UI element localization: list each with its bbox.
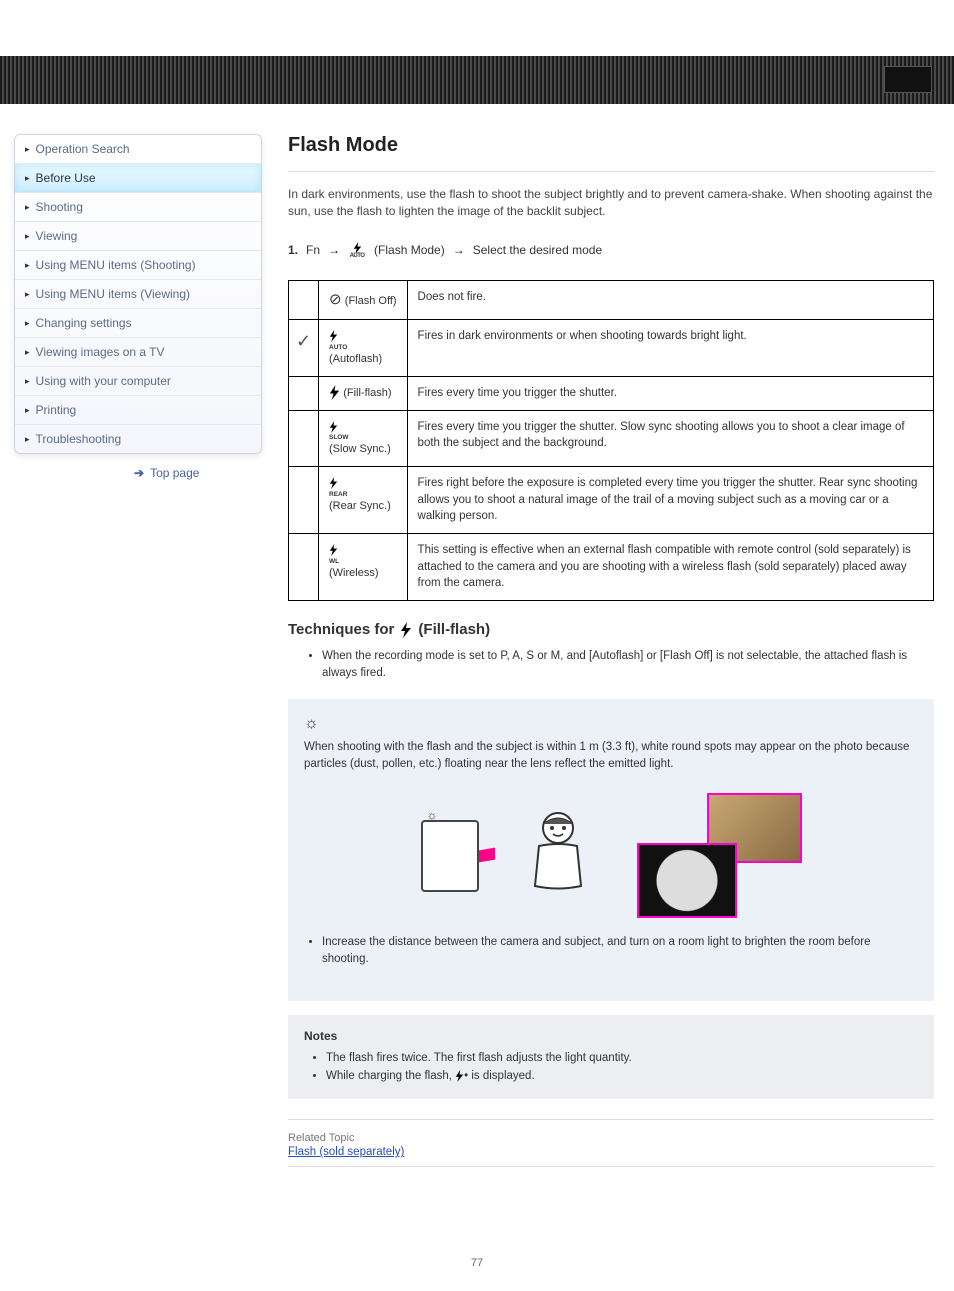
sidebar-item-troubleshooting[interactable]: ▸ Troubleshooting bbox=[15, 425, 261, 453]
caret-icon: ▸ bbox=[25, 231, 30, 242]
sidebar-item-menu-viewing[interactable]: ▸ Using MENU items (Viewing) bbox=[15, 280, 261, 309]
arrow-right-icon: → bbox=[328, 243, 340, 257]
table-row: SLOW (Slow Sync.) Fires every time you t… bbox=[289, 410, 934, 466]
list-item: The flash fires twice. The first flash a… bbox=[326, 1049, 918, 1067]
sidebar-item-label: Using with your computer bbox=[36, 374, 171, 388]
sidebar-item-label: Changing settings bbox=[36, 316, 132, 330]
sidebar-item-changing-settings[interactable]: ▸ Changing settings bbox=[15, 309, 261, 338]
top-page-label: Top page bbox=[150, 466, 199, 480]
caret-icon: ▸ bbox=[25, 173, 30, 184]
list-item: While charging the flash, • is displayed… bbox=[326, 1067, 918, 1085]
sidebar-item-label: Printing bbox=[36, 403, 77, 417]
tip-box: ☼ When shooting with the flash and the s… bbox=[288, 699, 934, 1001]
sidebar-item-label: Operation Search bbox=[36, 142, 130, 156]
caret-icon: ▸ bbox=[25, 202, 30, 213]
techniques-list: When the recording mode is set to P, A, … bbox=[288, 648, 934, 683]
checkmark-icon: ✓ bbox=[296, 331, 311, 351]
table-row: ⊘ (Flash Off) Does not fire. bbox=[289, 281, 934, 320]
sidebar-item-menu-shooting[interactable]: ▸ Using MENU items (Shooting) bbox=[15, 251, 261, 280]
table-row: WL (Wireless) This setting is effective … bbox=[289, 534, 934, 601]
sidebar-item-label: Viewing bbox=[36, 229, 78, 243]
list-item: Increase the distance between the camera… bbox=[322, 934, 918, 969]
step-row: 1. Fn → AUTO (Flash Mode) → Select the d… bbox=[288, 242, 934, 259]
flash-charging-icon: • bbox=[455, 1070, 468, 1082]
caret-icon: ▸ bbox=[25, 260, 30, 271]
flash-wireless-icon bbox=[329, 544, 338, 556]
sidebar-item-tv[interactable]: ▸ Viewing images on a TV bbox=[15, 338, 261, 367]
flash-auto-icon bbox=[329, 330, 338, 342]
sidebar: ▸Operation Search ▸Before Use ▸Shooting … bbox=[14, 134, 262, 1177]
sidebar-item-before-use[interactable]: ▸ Before Use bbox=[15, 164, 261, 193]
header-stripe bbox=[0, 56, 954, 104]
caret-icon: ▸ bbox=[25, 318, 30, 329]
table-row: ✓ AUTO (Autoflash) Fires in dark environ… bbox=[289, 320, 934, 376]
tip-illustration bbox=[304, 787, 918, 934]
sidebar-list: ▸Operation Search ▸Before Use ▸Shooting … bbox=[14, 134, 262, 454]
arrow-icon: ➔ bbox=[134, 466, 144, 480]
flash-fill-icon bbox=[329, 387, 340, 399]
sidebar-item-label: Troubleshooting bbox=[36, 432, 122, 446]
caret-icon: ▸ bbox=[25, 347, 30, 358]
arrow-right-icon: → bbox=[453, 243, 465, 257]
lightbulb-icon: ☼ bbox=[304, 715, 918, 733]
sidebar-item-computer[interactable]: ▸ Using with your computer bbox=[15, 367, 261, 396]
caret-icon: ▸ bbox=[25, 434, 30, 445]
sidebar-item-viewing[interactable]: ▸ Viewing bbox=[15, 222, 261, 251]
table-row: (Fill-flash) Fires every time you trigge… bbox=[289, 376, 934, 410]
flash-off-icon: ⊘ bbox=[329, 291, 342, 308]
step-num: 1. bbox=[288, 243, 298, 257]
flash-modes-table: ⊘ (Flash Off) Does not fire. ✓ AUTO (Aut… bbox=[288, 280, 934, 601]
flash-auto-icon: AUTO bbox=[348, 242, 366, 259]
sidebar-item-label: Using MENU items (Shooting) bbox=[36, 258, 196, 272]
sidebar-item-label: Using MENU items (Viewing) bbox=[36, 287, 190, 301]
related-topic: Related Topic Flash (sold separately) bbox=[288, 1130, 934, 1158]
sidebar-item-shooting[interactable]: ▸ Shooting bbox=[15, 193, 261, 222]
flash-rear-icon bbox=[329, 477, 338, 489]
page-number: 77 bbox=[471, 1257, 483, 1269]
techniques-heading: Techniques for (Fill-flash) bbox=[288, 621, 934, 638]
camera-flash-illustration bbox=[421, 820, 479, 892]
caret-icon: ▸ bbox=[25, 376, 30, 387]
intro-text: In dark environments, use the flash to s… bbox=[288, 186, 934, 220]
tip-text: When shooting with the flash and the sub… bbox=[304, 739, 918, 774]
notes-heading: Notes bbox=[304, 1029, 918, 1043]
related-link[interactable]: Flash (sold separately) bbox=[288, 1146, 404, 1158]
sidebar-item-operation-search[interactable]: ▸ Operation Search bbox=[15, 135, 261, 164]
sidebar-item-printing[interactable]: ▸ Printing bbox=[15, 396, 261, 425]
top-page-link[interactable]: ➔ Top page bbox=[14, 466, 262, 480]
header-box bbox=[884, 66, 932, 93]
photo-stack-illustration bbox=[637, 793, 802, 918]
subject-illustration bbox=[511, 800, 605, 912]
caret-icon: ▸ bbox=[25, 144, 30, 155]
caret-icon: ▸ bbox=[25, 405, 30, 416]
sidebar-item-label: Before Use bbox=[36, 171, 96, 185]
list-item: When the recording mode is set to P, A, … bbox=[322, 648, 934, 683]
main-content: Flash Mode In dark environments, use the… bbox=[288, 134, 940, 1177]
sidebar-item-label: Viewing images on a TV bbox=[36, 345, 165, 359]
flash-fill-icon bbox=[400, 621, 412, 638]
flash-slow-icon bbox=[329, 421, 338, 433]
notes-box: Notes The flash fires twice. The first f… bbox=[288, 1015, 934, 1100]
sidebar-item-label: Shooting bbox=[36, 200, 83, 214]
caret-icon: ▸ bbox=[25, 289, 30, 300]
table-row: REAR (Rear Sync.) Fires right before the… bbox=[289, 467, 934, 534]
page-title: Flash Mode bbox=[288, 134, 934, 157]
